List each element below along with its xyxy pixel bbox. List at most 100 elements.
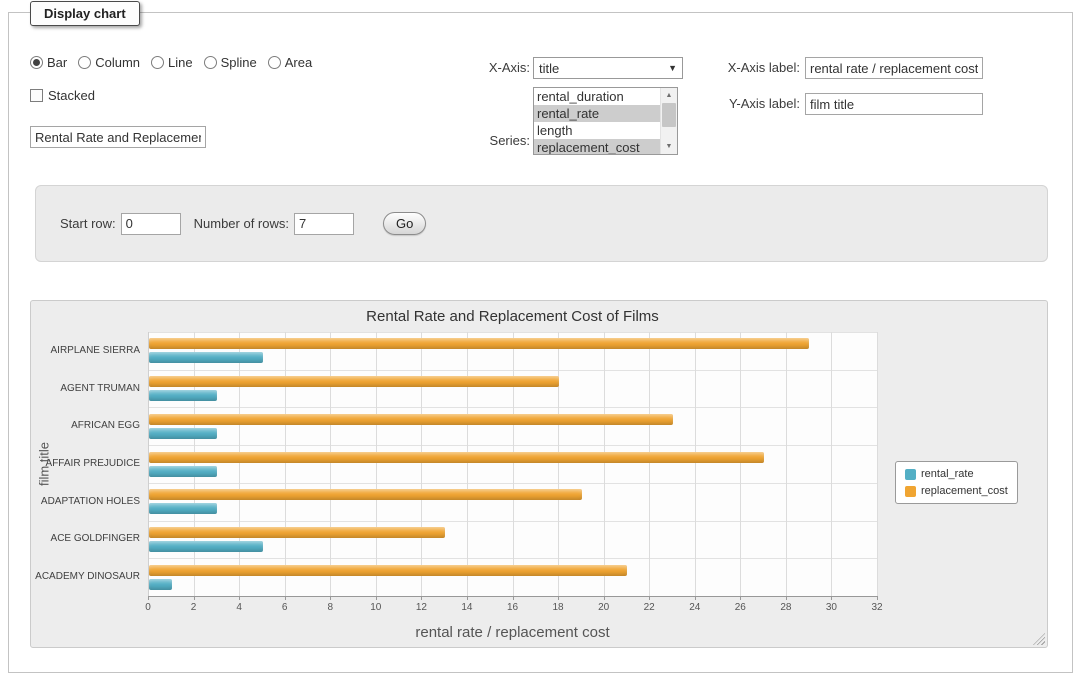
x-gridline <box>831 332 832 596</box>
number-of-rows-label: Number of rows: <box>194 216 289 231</box>
x-tick-label: 6 <box>270 602 300 613</box>
bar-rental_rate <box>149 503 217 514</box>
chart-type-radio-group: Bar Column Line Spline Area <box>30 55 323 73</box>
radio-label: Area <box>285 55 312 70</box>
x-gridline <box>649 332 650 596</box>
row-range-panel: Start row: Number of rows: Go <box>35 185 1048 262</box>
chart-title-input[interactable] <box>30 126 206 148</box>
x-gridline <box>421 332 422 596</box>
y-category-label: ADAPTATION HOLES <box>31 496 140 507</box>
x-tick-label: 18 <box>543 602 573 613</box>
chart: Rental Rate and Replacement Cost of Film… <box>31 301 1047 647</box>
x-tick-label: 22 <box>634 602 664 613</box>
chart-legend: rental_rate replacement_cost <box>895 461 1018 504</box>
legend-item-replacement_cost[interactable]: replacement_cost <box>905 485 1008 497</box>
y-axis-line <box>148 332 149 596</box>
x-gridline <box>467 332 468 596</box>
legend-swatch <box>905 486 916 497</box>
x-gridline <box>558 332 559 596</box>
radio-label: Spline <box>221 55 257 70</box>
stacked-checkbox[interactable] <box>30 89 43 102</box>
x-axis-label-input[interactable] <box>805 57 983 79</box>
x-tick-label: 14 <box>452 602 482 613</box>
x-tick-label: 20 <box>589 602 619 613</box>
radio-label: Bar <box>47 55 67 70</box>
x-axis-label-text: X-Axis label: <box>649 57 800 79</box>
x-tick-label: 32 <box>862 602 892 613</box>
x-tick-label: 4 <box>224 602 254 613</box>
y-axis-title: film title <box>37 442 52 486</box>
x-gridline <box>376 332 377 596</box>
chart-type-radio-column[interactable]: Column <box>78 55 140 70</box>
stacked-label: Stacked <box>48 88 95 103</box>
x-gridline <box>330 332 331 596</box>
radio-icon[interactable] <box>78 56 91 69</box>
bar-replacement_cost <box>149 489 582 500</box>
x-gridline <box>786 332 787 596</box>
x-axis-line <box>148 596 878 597</box>
x-gridline <box>877 332 878 596</box>
y-category-label: ACADEMY DINOSAUR <box>31 571 140 582</box>
x-axis-selected-value: title <box>539 61 559 76</box>
series-label: Series: <box>439 130 530 152</box>
x-tick-label: 2 <box>179 602 209 613</box>
y-category-label: AFRICAN EGG <box>31 420 140 431</box>
x-tick-label: 28 <box>771 602 801 613</box>
series-option-rental_duration[interactable]: rental_duration <box>534 88 660 105</box>
chart-type-radio-spline[interactable]: Spline <box>204 55 257 70</box>
x-gridline <box>740 332 741 596</box>
y-axis-label-input[interactable] <box>805 93 983 115</box>
y-category-label: AIRPLANE SIERRA <box>31 345 140 356</box>
legend-label: replacement_cost <box>921 485 1008 497</box>
bar-replacement_cost <box>149 338 809 349</box>
radio-label: Line <box>168 55 193 70</box>
y-category-label: AGENT TRUMAN <box>31 383 140 394</box>
start-row-input[interactable] <box>121 213 181 235</box>
bar-rental_rate <box>149 579 172 590</box>
x-gridline <box>695 332 696 596</box>
series-option-rental_rate[interactable]: rental_rate <box>534 105 660 122</box>
series-options: rental_durationrental_ratelengthreplacem… <box>534 88 660 154</box>
x-axis-select-label: X-Axis: <box>439 57 530 79</box>
bar-replacement_cost <box>149 376 559 387</box>
radio-label: Column <box>95 55 140 70</box>
radio-icon[interactable] <box>204 56 217 69</box>
bar-replacement_cost <box>149 565 627 576</box>
radio-icon[interactable] <box>30 56 43 69</box>
series-option-replacement_cost[interactable]: replacement_cost <box>534 139 660 154</box>
scroll-down-icon[interactable]: ▼ <box>661 139 677 154</box>
bar-replacement_cost <box>149 452 764 463</box>
chart-type-radio-area[interactable]: Area <box>268 55 312 70</box>
bar-rental_rate <box>149 541 263 552</box>
x-gridline <box>604 332 605 596</box>
start-row-label: Start row: <box>60 216 116 231</box>
x-axis-title: rental rate / replacement cost <box>148 624 877 641</box>
bar-rental_rate <box>149 428 217 439</box>
series-option-length[interactable]: length <box>534 122 660 139</box>
legend-item-rental_rate[interactable]: rental_rate <box>905 468 1008 480</box>
x-tick-label: 16 <box>498 602 528 613</box>
y-category-label: ACE GOLDFINGER <box>31 533 140 544</box>
chart-type-radio-bar[interactable]: Bar <box>30 55 67 70</box>
x-gridline <box>285 332 286 596</box>
bar-replacement_cost <box>149 414 673 425</box>
bar-rental_rate <box>149 466 217 477</box>
radio-icon[interactable] <box>151 56 164 69</box>
radio-icon[interactable] <box>268 56 281 69</box>
y-axis-label-text: Y-Axis label: <box>649 93 800 115</box>
page: { "header": { "legend": "Display chart" … <box>0 0 1081 681</box>
x-tick-label: 12 <box>406 602 436 613</box>
go-button[interactable]: Go <box>383 212 426 235</box>
legend-swatch <box>905 469 916 480</box>
x-tick-label: 24 <box>680 602 710 613</box>
x-tick-label: 26 <box>725 602 755 613</box>
chart-type-radio-line[interactable]: Line <box>151 55 193 70</box>
x-tick-label: 0 <box>133 602 163 613</box>
panel-title: Display chart <box>30 1 140 26</box>
stacked-checkbox-row[interactable]: Stacked <box>30 88 95 103</box>
number-of-rows-input[interactable] <box>294 213 354 235</box>
bar-replacement_cost <box>149 527 445 538</box>
legend-label: rental_rate <box>921 468 974 480</box>
chart-container: Rental Rate and Replacement Cost of Film… <box>30 300 1048 648</box>
display-chart-panel: Display chart BarColumnLineSplineArea St… <box>8 12 1073 673</box>
